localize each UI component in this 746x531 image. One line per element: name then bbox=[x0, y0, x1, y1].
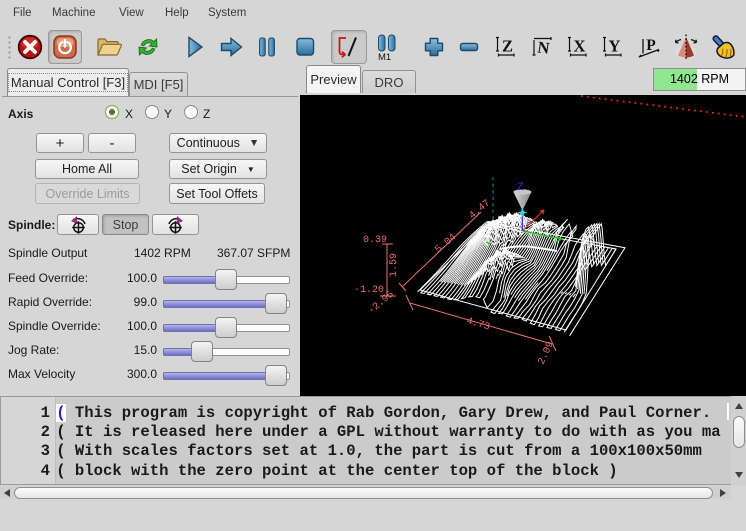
svg-text:Z: Z bbox=[501, 37, 512, 56]
svg-text:0.39: 0.39 bbox=[363, 235, 387, 246]
svg-text:M1: M1 bbox=[378, 52, 391, 62]
svg-text:N: N bbox=[536, 37, 551, 57]
svg-text:-1.20: -1.20 bbox=[354, 285, 384, 296]
svg-text:2.09: 2.09 bbox=[537, 340, 557, 366]
svg-text:4.73: 4.73 bbox=[465, 316, 491, 333]
svg-text:1.59: 1.59 bbox=[389, 253, 400, 277]
svg-text:4.47: 4.47 bbox=[468, 198, 493, 222]
svg-text:Y: Y bbox=[608, 37, 620, 56]
svg-text:Z: Z bbox=[517, 182, 524, 194]
svg-text:X: X bbox=[573, 37, 585, 56]
